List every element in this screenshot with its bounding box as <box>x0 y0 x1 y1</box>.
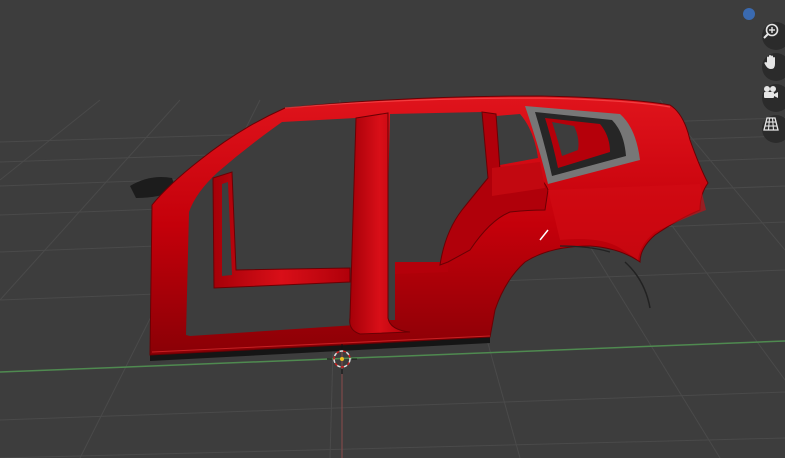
zoom-button[interactable] <box>762 22 785 50</box>
pan-button[interactable] <box>762 53 785 81</box>
camera-view-button[interactable] <box>762 84 785 112</box>
wheel-arch-liner <box>624 261 651 309</box>
3d-viewport[interactable] <box>0 0 785 458</box>
projection-toggle-button[interactable] <box>762 115 785 143</box>
viewport-canvas <box>0 95 785 458</box>
navigation-gizmo-axis-dot[interactable] <box>743 8 755 20</box>
